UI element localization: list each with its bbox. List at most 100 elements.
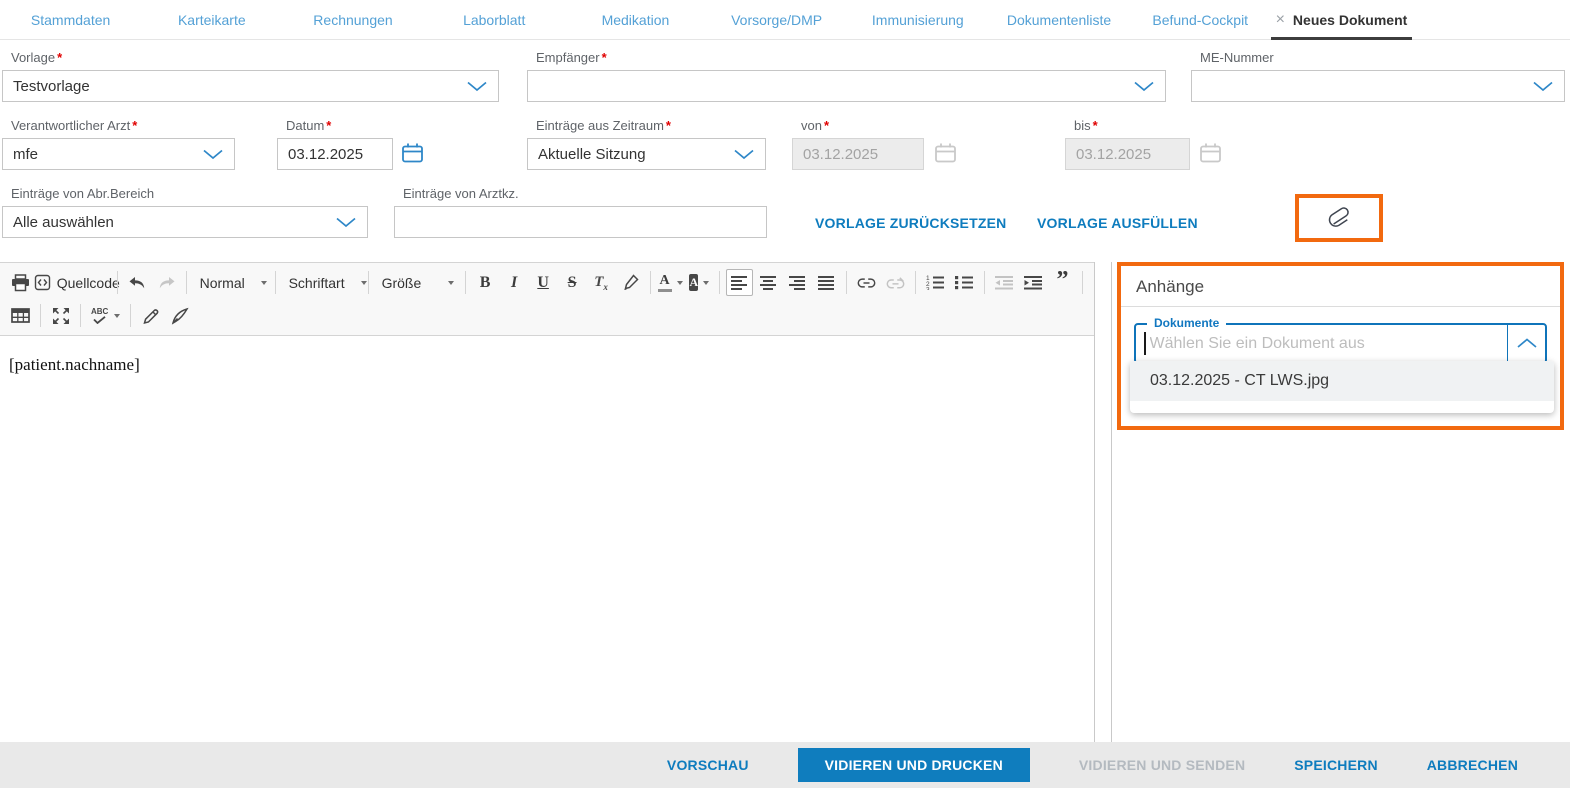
von-input xyxy=(803,146,913,163)
underline-icon[interactable]: U xyxy=(530,269,557,296)
source-code-icon xyxy=(34,274,51,291)
chevron-down-icon xyxy=(202,149,224,160)
increase-indent-icon[interactable] xyxy=(1020,269,1047,296)
arzt-select[interactable]: mfe xyxy=(2,138,235,170)
dropdown-arrow-icon xyxy=(677,281,683,285)
vorschau-button[interactable]: VORSCHAU xyxy=(667,757,749,773)
font-dropdown[interactable]: Schriftart xyxy=(281,269,363,296)
dropdown-arrow-icon xyxy=(114,314,120,318)
signature-pen-icon[interactable] xyxy=(166,302,194,329)
required-marker: * xyxy=(1093,118,1098,133)
size-dropdown[interactable]: Größe xyxy=(374,269,460,296)
arztkz-field: Einträge von Arztkz. xyxy=(394,186,767,238)
bullet-list-icon[interactable] xyxy=(951,269,978,296)
strikethrough-icon[interactable]: S xyxy=(559,269,586,296)
unlink-icon xyxy=(882,269,909,296)
italic-icon[interactable]: I xyxy=(501,269,528,296)
chevron-down-icon xyxy=(733,149,755,160)
tab-rechnungen[interactable]: Rechnungen xyxy=(282,0,423,39)
table-icon[interactable] xyxy=(7,302,34,329)
empfaenger-field: Empfänger* xyxy=(527,50,1166,102)
tab-laborblatt[interactable]: Laborblatt xyxy=(424,0,565,39)
chevron-down-icon xyxy=(335,217,357,228)
vorlage-zuruecksetzen-button[interactable]: VORLAGE ZURÜCKSETZEN xyxy=(815,215,1006,231)
arzt-field: Verantwortlicher Arzt* mfe xyxy=(2,118,235,170)
new-document-page: Stammdaten Karteikarte Rechnungen Laborb… xyxy=(0,0,1570,788)
redo-icon xyxy=(153,269,180,296)
datum-calendar-icon[interactable] xyxy=(401,142,424,164)
tab-neues-dokument[interactable]: × Neues Dokument xyxy=(1271,0,1412,39)
required-marker: * xyxy=(132,118,137,133)
document-select-input[interactable] xyxy=(1146,335,1508,353)
bold-icon[interactable]: B xyxy=(472,269,499,296)
tab-vorsorge-dmp[interactable]: Vorsorge/DMP xyxy=(706,0,847,39)
attachment-highlight-box xyxy=(1295,194,1383,242)
tab-immunisierung[interactable]: Immunisierung xyxy=(847,0,988,39)
document-option[interactable]: 03.12.2025 - CT LWS.jpg xyxy=(1130,361,1554,401)
spellcheck-icon[interactable]: ABC xyxy=(87,302,124,329)
paragraph-format-dropdown[interactable]: Normal xyxy=(192,269,270,296)
tab-medikation[interactable]: Medikation xyxy=(565,0,706,39)
justify-icon[interactable] xyxy=(813,269,840,296)
vidieren-und-drucken-button[interactable]: VIDIEREN UND DRUCKEN xyxy=(798,748,1030,782)
chevron-down-icon xyxy=(466,81,488,92)
pencil-icon[interactable] xyxy=(137,302,164,329)
editor-content[interactable]: [patient.nachname] xyxy=(0,336,1094,394)
editor-toolbar: Quellcode Normal Schriftart xyxy=(0,262,1094,336)
dropdown-arrow-icon xyxy=(361,281,367,285)
datum-field: Datum* xyxy=(277,118,393,170)
chevron-up-icon[interactable] xyxy=(1507,325,1545,362)
divider xyxy=(1121,306,1560,307)
vorlage-ausfuellen-button[interactable]: VORLAGE AUSFÜLLEN xyxy=(1037,215,1198,231)
abr-bereich-select[interactable]: Alle auswählen xyxy=(2,206,368,238)
print-icon[interactable] xyxy=(7,269,34,296)
dropdown-arrow-icon xyxy=(261,281,267,285)
close-icon[interactable]: × xyxy=(1276,12,1285,28)
required-marker: * xyxy=(326,118,331,133)
paperclip-icon[interactable] xyxy=(1327,204,1351,232)
chevron-down-icon xyxy=(1133,81,1155,92)
empfaenger-select[interactable] xyxy=(527,70,1166,102)
maximize-icon[interactable] xyxy=(47,302,74,329)
blockquote-icon[interactable]: ” xyxy=(1049,269,1076,296)
abr-bereich-field: Einträge von Abr.Bereich Alle auswählen xyxy=(2,186,368,238)
background-color-icon[interactable]: A xyxy=(686,269,713,296)
document-select-field: Dokumente xyxy=(1134,323,1547,364)
chevron-down-icon xyxy=(1532,81,1554,92)
align-center-icon[interactable] xyxy=(755,269,782,296)
speichern-button[interactable]: SPEICHERN xyxy=(1294,757,1377,773)
remove-format-icon[interactable]: Tx xyxy=(588,269,615,296)
zeitraum-select[interactable]: Aktuelle Sitzung xyxy=(527,138,766,170)
decrease-indent-icon xyxy=(991,269,1018,296)
undo-icon[interactable] xyxy=(124,269,151,296)
align-left-icon[interactable] xyxy=(726,269,753,296)
action-bar: VORSCHAU VIDIEREN UND DRUCKEN VIDIEREN U… xyxy=(0,742,1570,788)
bis-input xyxy=(1076,146,1179,163)
zeitraum-field: Einträge aus Zeitraum* Aktuelle Sitzung xyxy=(527,118,766,170)
tab-karteikarte[interactable]: Karteikarte xyxy=(141,0,282,39)
text-color-icon[interactable]: A xyxy=(657,269,684,296)
document-dropdown: 03.12.2025 - CT LWS.jpg xyxy=(1130,361,1554,413)
numbered-list-icon[interactable]: 123 xyxy=(922,269,949,296)
abbrechen-button[interactable]: ABBRECHEN xyxy=(1427,757,1518,773)
datum-input[interactable] xyxy=(288,146,382,163)
required-marker: * xyxy=(602,50,607,65)
me-nummer-field: ME-Nummer xyxy=(1191,50,1565,102)
required-marker: * xyxy=(824,118,829,133)
me-nummer-select[interactable] xyxy=(1191,70,1565,102)
arztkz-input[interactable] xyxy=(405,214,756,231)
tab-dokumentenliste[interactable]: Dokumentenliste xyxy=(988,0,1129,39)
tab-befund-cockpit[interactable]: Befund-Cockpit xyxy=(1130,0,1271,39)
tab-stammdaten[interactable]: Stammdaten xyxy=(0,0,141,39)
panel-divider xyxy=(1111,262,1112,742)
vorlage-select[interactable]: Testvorlage xyxy=(2,70,499,102)
align-right-icon[interactable] xyxy=(784,269,811,296)
format-painter-icon[interactable] xyxy=(617,269,644,296)
bis-field: bis* xyxy=(1065,118,1190,170)
rich-text-editor: Quellcode Normal Schriftart xyxy=(0,262,1095,742)
dropdown-arrow-icon xyxy=(703,281,709,285)
source-code-button[interactable]: Quellcode xyxy=(43,269,111,296)
vorlage-field: Vorlage* Testvorlage xyxy=(2,50,499,102)
required-marker: * xyxy=(57,50,62,65)
link-icon[interactable] xyxy=(853,269,880,296)
